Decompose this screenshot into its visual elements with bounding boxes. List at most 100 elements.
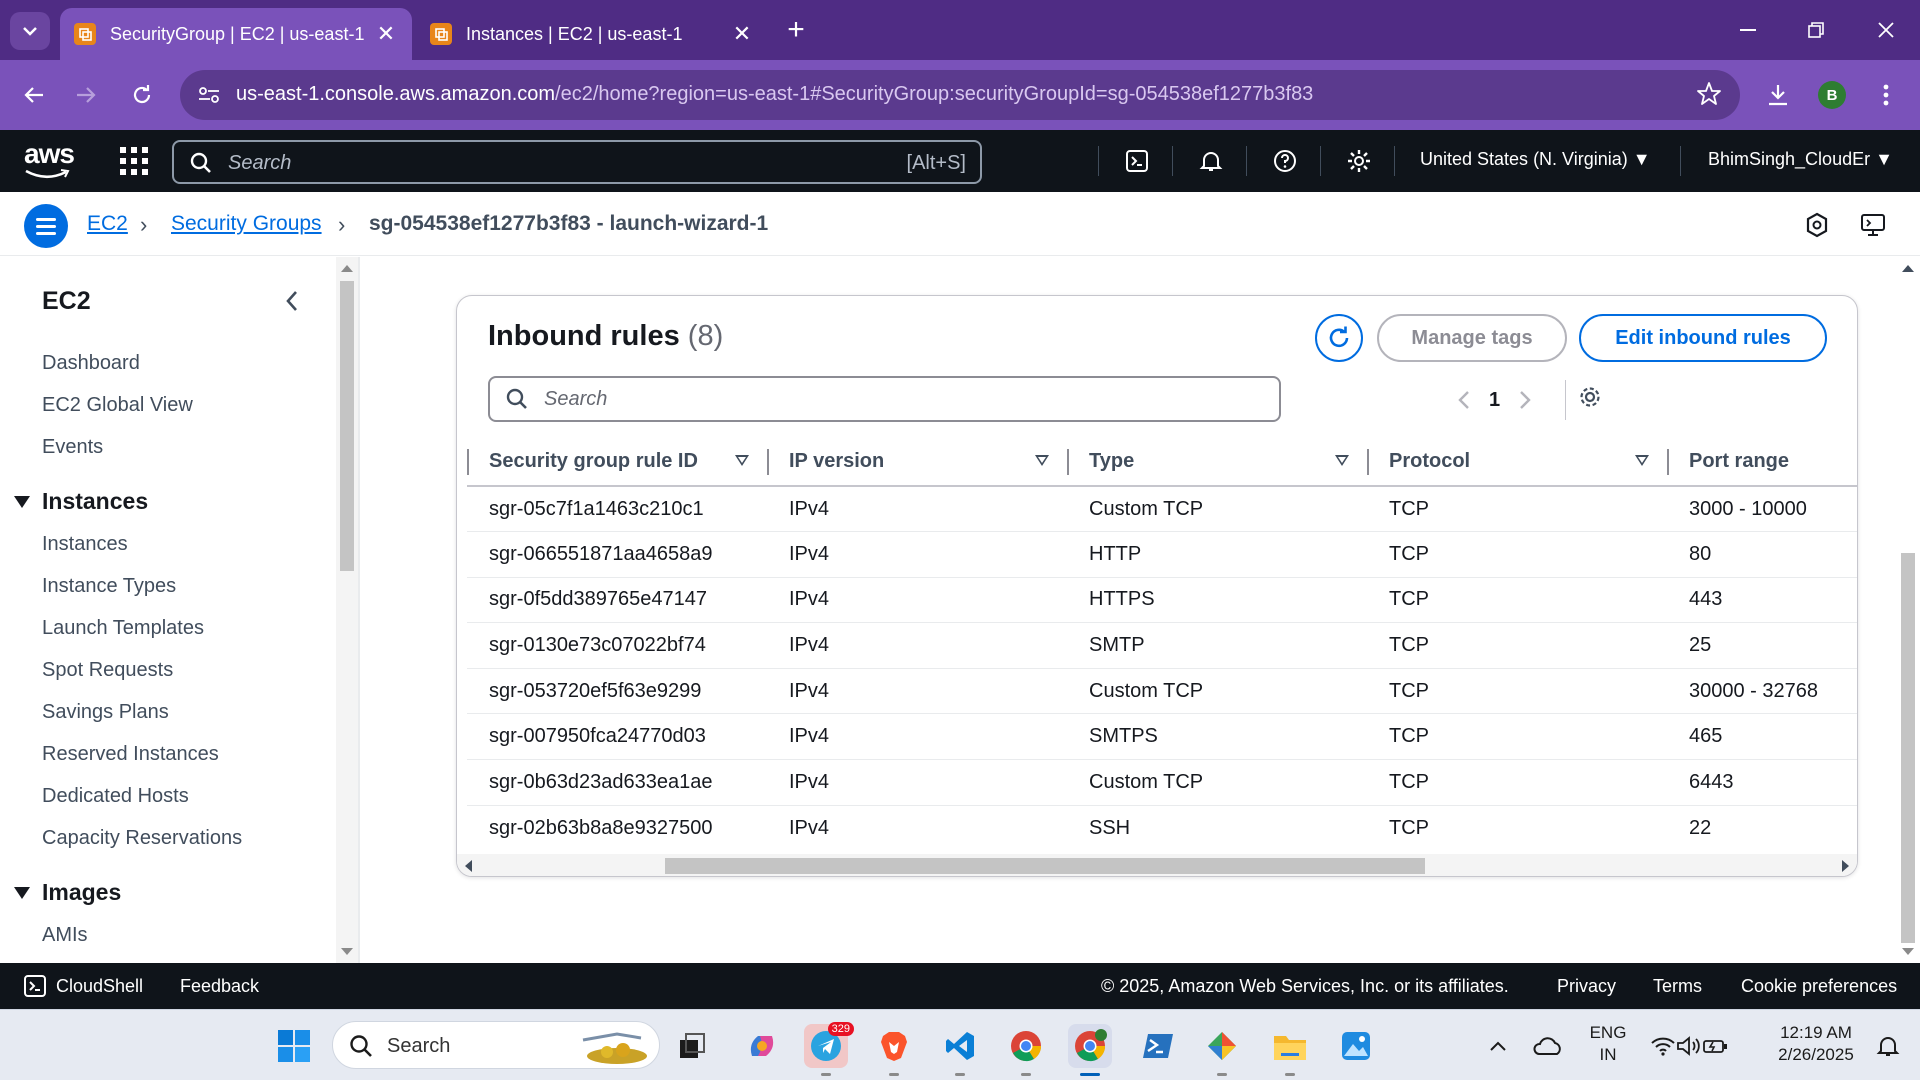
hexagon-settings-icon[interactable] bbox=[1802, 210, 1832, 240]
scrollbar-thumb[interactable] bbox=[1901, 553, 1915, 943]
table-row[interactable]: sgr-007950fca24770d03 IPv4 SMTPS TCP 465 bbox=[467, 713, 1857, 761]
manage-tags-button[interactable]: Manage tags bbox=[1377, 314, 1567, 362]
show-hidden-icons-button[interactable] bbox=[1476, 1024, 1520, 1068]
sort-caret-icon[interactable] bbox=[1335, 455, 1349, 466]
column-header-type[interactable]: Type bbox=[1067, 438, 1367, 487]
forward-button[interactable] bbox=[64, 73, 108, 117]
restore-button[interactable] bbox=[1788, 10, 1844, 50]
tab-instances[interactable]: Instances | EC2 | us-east-1 ✕ bbox=[416, 8, 768, 60]
sort-caret-icon[interactable] bbox=[735, 455, 749, 466]
region-selector[interactable]: United States (N. Virginia) ▼ bbox=[1420, 149, 1651, 170]
new-tab-button[interactable]: + bbox=[780, 12, 812, 48]
input-language-indicator[interactable]: ENG IN bbox=[1584, 1022, 1632, 1066]
onedrive-icon[interactable] bbox=[1526, 1024, 1570, 1068]
sidebar-item-instances[interactable]: Instances bbox=[42, 533, 128, 556]
sidebar-item-dedicated-hosts[interactable]: Dedicated Hosts bbox=[42, 785, 189, 808]
sidebar-item-ec2-global-view[interactable]: EC2 Global View bbox=[42, 394, 193, 417]
reload-button[interactable] bbox=[120, 73, 164, 117]
sidebar-item-instance-types[interactable]: Instance Types bbox=[42, 575, 176, 598]
copilot-app[interactable] bbox=[740, 1024, 784, 1068]
downloads-button[interactable] bbox=[1756, 73, 1800, 117]
terms-link[interactable]: Terms bbox=[1653, 976, 1702, 997]
browser-menu-button[interactable] bbox=[1864, 73, 1908, 117]
services-grid-icon[interactable] bbox=[120, 147, 148, 175]
aws-logo[interactable]: aws bbox=[24, 140, 76, 182]
feedback-link[interactable]: Feedback bbox=[180, 976, 259, 997]
sort-caret-icon[interactable] bbox=[1635, 455, 1649, 466]
sidebar-item-savings-plans[interactable]: Savings Plans bbox=[42, 701, 169, 724]
cloudshell-link[interactable]: CloudShell bbox=[56, 976, 143, 997]
column-header-port-range[interactable]: Port range bbox=[1667, 438, 1857, 487]
account-menu[interactable]: BhimSingh_CloudEr ▼ bbox=[1708, 149, 1893, 170]
sidebar-item-amis[interactable]: AMIs bbox=[42, 924, 88, 947]
clock[interactable]: 12:19 AM 2/26/2025 bbox=[1766, 1022, 1866, 1066]
tab-search-button[interactable] bbox=[10, 12, 50, 50]
breadcrumb-ec2[interactable]: EC2 bbox=[87, 212, 128, 236]
display-icon[interactable] bbox=[1858, 210, 1888, 240]
table-row[interactable]: sgr-053720ef5f63e9299 IPv4 Custom TCP TCP 30… bbox=[467, 668, 1857, 715]
sidebar-scrollbar[interactable] bbox=[336, 257, 358, 963]
page-number[interactable]: 1 bbox=[1489, 389, 1500, 412]
scrollbar-thumb[interactable] bbox=[340, 281, 354, 571]
chrome-app-profile-1[interactable] bbox=[1004, 1024, 1048, 1076]
page-scrollbar[interactable] bbox=[1896, 257, 1920, 963]
notification-center-icon[interactable] bbox=[1868, 1024, 1908, 1068]
sidebar-section-instances[interactable]: Instances bbox=[14, 488, 148, 515]
back-button[interactable] bbox=[12, 73, 56, 117]
table-row[interactable]: sgr-05c7f1a1463c210c1 IPv4 Custom TCP TCP 30… bbox=[467, 486, 1857, 533]
privacy-link[interactable]: Privacy bbox=[1557, 976, 1616, 997]
column-header-rule-id[interactable]: Security group rule ID bbox=[467, 438, 767, 487]
aws-search-input[interactable]: Search [Alt+S] bbox=[172, 140, 982, 184]
column-header-protocol[interactable]: Protocol bbox=[1367, 438, 1667, 487]
chrome-app-profile-b[interactable] bbox=[1068, 1024, 1112, 1076]
table-horizontal-scrollbar[interactable] bbox=[457, 854, 1857, 876]
column-header-ip-version[interactable]: IP version bbox=[767, 438, 1067, 487]
telegram-app[interactable]: 329 bbox=[804, 1022, 854, 1076]
settings-gear-icon[interactable] bbox=[1344, 146, 1374, 176]
sidebar-item-reserved-instances[interactable]: Reserved Instances bbox=[42, 743, 219, 766]
sidebar-section-images[interactable]: Images bbox=[14, 879, 121, 906]
table-preferences-gear-icon[interactable] bbox=[1577, 384, 1603, 410]
cookie-preferences-link[interactable]: Cookie preferences bbox=[1741, 976, 1897, 997]
rules-search-input[interactable]: Search bbox=[488, 376, 1281, 422]
table-row[interactable]: sgr-0b63d23ad633ea1ae IPv4 Custom TCP TCP 64… bbox=[467, 759, 1857, 806]
start-button[interactable] bbox=[272, 1024, 316, 1068]
close-tab-icon[interactable]: ✕ bbox=[374, 21, 398, 47]
brave-app[interactable] bbox=[872, 1024, 916, 1076]
minimize-button[interactable] bbox=[1720, 10, 1776, 50]
chevron-left-icon[interactable] bbox=[1457, 389, 1471, 411]
address-bar[interactable]: us-east-1.console.aws.amazon.com/ec2/hom… bbox=[180, 70, 1740, 120]
vscode-app[interactable] bbox=[938, 1024, 982, 1076]
scroll-left-icon[interactable] bbox=[465, 860, 472, 872]
scroll-up-icon[interactable] bbox=[1902, 265, 1914, 272]
table-row[interactable]: sgr-02b63b8a8e9327500 IPv4 SSH TCP 22 bbox=[467, 805, 1857, 851]
chevron-right-icon[interactable] bbox=[1518, 389, 1532, 411]
powershell-app[interactable] bbox=[1136, 1024, 1180, 1068]
sidebar-item-dashboard[interactable]: Dashboard bbox=[42, 352, 140, 375]
sidebar-item-spot-requests[interactable]: Spot Requests bbox=[42, 659, 173, 682]
scroll-down-icon[interactable] bbox=[341, 948, 353, 955]
table-row[interactable]: sgr-0130e73c07022bf74 IPv4 SMTP TCP 25 bbox=[467, 622, 1857, 669]
sidebar-item-events[interactable]: Events bbox=[42, 436, 103, 459]
collapse-sidebar-button[interactable] bbox=[280, 287, 304, 315]
profile-button[interactable]: B bbox=[1810, 73, 1854, 117]
cloudshell-icon[interactable] bbox=[1122, 146, 1152, 176]
photos-app[interactable] bbox=[1334, 1024, 1378, 1068]
site-settings-icon[interactable] bbox=[196, 82, 222, 108]
sidebar-item-launch-templates[interactable]: Launch Templates bbox=[42, 617, 204, 640]
close-tab-icon[interactable]: ✕ bbox=[730, 21, 754, 47]
breadcrumb-security-groups[interactable]: Security Groups bbox=[171, 212, 322, 236]
close-window-button[interactable] bbox=[1858, 10, 1914, 50]
table-row[interactable]: sgr-066551871aa4658a9 IPv4 HTTP TCP 80 bbox=[467, 531, 1857, 578]
file-explorer-app[interactable] bbox=[1268, 1024, 1312, 1076]
tab-security-group[interactable]: SecurityGroup | EC2 | us-east-1 ✕ bbox=[60, 8, 412, 60]
notifications-bell-icon[interactable] bbox=[1196, 146, 1226, 176]
scrollbar-thumb[interactable] bbox=[665, 858, 1425, 874]
refresh-button[interactable] bbox=[1315, 314, 1363, 362]
edit-inbound-rules-button[interactable]: Edit inbound rules bbox=[1579, 314, 1827, 362]
sidebar-item-capacity-reservations[interactable]: Capacity Reservations bbox=[42, 827, 242, 850]
help-icon[interactable] bbox=[1270, 146, 1300, 176]
scroll-down-icon[interactable] bbox=[1902, 948, 1914, 955]
sort-caret-icon[interactable] bbox=[1035, 455, 1049, 466]
scroll-up-icon[interactable] bbox=[341, 265, 353, 272]
